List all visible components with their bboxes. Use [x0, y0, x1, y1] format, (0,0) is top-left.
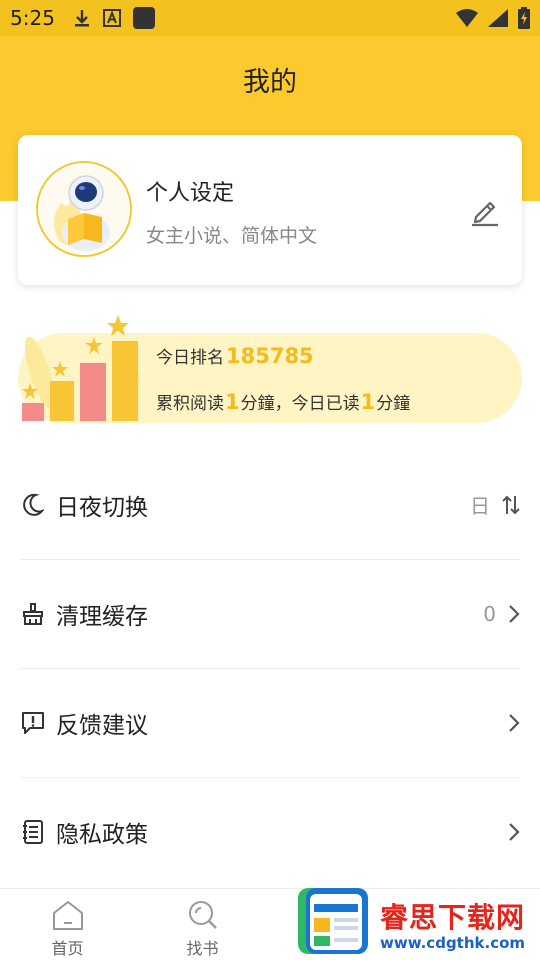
tab-label: 找书 — [186, 939, 219, 958]
menu-item-feedback[interactable]: 反馈建议 — [0, 668, 540, 777]
rank-number: 185785 — [226, 344, 314, 368]
profile-name: 个人设定 — [146, 181, 235, 206]
menu-item-label: 反馈建议 — [56, 712, 148, 739]
profile-subtitle: 女主小说、简体中文 — [146, 225, 318, 247]
minutes-today-label: 分鐘，今日已读 — [240, 394, 360, 414]
rank-banner: 今日排名 185785 累积阅读 1 分鐘，今日已读 1 分鐘 — [18, 315, 522, 425]
menu-item-privacy-policy[interactable]: 隐私政策 — [0, 777, 540, 886]
edit-pencil-icon[interactable] — [468, 193, 502, 227]
home-icon — [52, 901, 83, 930]
tab-find-books[interactable]: 找书 — [135, 889, 270, 960]
total-reading-value: 1 — [225, 390, 240, 414]
rank-line: 今日排名 185785 — [156, 343, 314, 368]
chevron-right-icon — [509, 604, 520, 623]
a-box-icon — [102, 9, 121, 27]
menu-item-label: 清理缓存 — [56, 603, 148, 630]
battery-charging-icon — [518, 7, 530, 29]
watermark: 睿思下载网 www.cdgthk.com — [296, 886, 540, 960]
reading-stats-line: 累积阅读 1 分鐘，今日已读 1 分鐘 — [156, 389, 410, 414]
total-reading-label: 累积阅读 — [156, 394, 224, 414]
watermark-logo — [298, 888, 368, 954]
cache-size-value: 0 — [483, 601, 496, 626]
search-icon — [188, 901, 217, 929]
settings-menu: 日夜切换 日 清理缓存 0 反馈建议 隐私政策 — [0, 450, 540, 886]
bar-chart-stars-icon — [22, 315, 140, 421]
download-icon — [74, 10, 89, 27]
day-night-value: 日 — [470, 494, 490, 518]
document-list-icon — [20, 819, 46, 845]
broom-icon — [20, 601, 46, 627]
moon-icon — [20, 492, 46, 518]
rank-label: 今日排名 — [156, 348, 224, 368]
signal-icon — [488, 9, 508, 27]
watermark-title: 睿思下载网 — [380, 901, 526, 934]
tab-label: 首页 — [51, 939, 84, 958]
chevron-right-icon — [509, 713, 520, 732]
today-reading-value: 1 — [360, 390, 376, 414]
minutes-unit: 分鐘 — [376, 394, 411, 414]
menu-item-label: 隐私政策 — [56, 821, 148, 848]
avatar-illustration — [40, 165, 128, 253]
app-square-icon — [132, 7, 155, 29]
menu-item-label: 日夜切换 — [56, 494, 148, 521]
chevron-right-icon — [509, 822, 520, 841]
menu-item-clear-cache[interactable]: 清理缓存 0 — [0, 559, 540, 668]
status-bar: 5:25 — [0, 0, 540, 36]
astronaut-reading-avatar[interactable] — [36, 161, 132, 257]
profile-card[interactable]: 个人设定 女主小说、简体中文 — [18, 135, 522, 285]
wifi-icon — [456, 9, 478, 27]
page-title: 我的 — [243, 67, 297, 98]
feedback-icon — [20, 710, 46, 736]
watermark-url: www.cdgthk.com — [380, 934, 526, 952]
tab-home[interactable]: 首页 — [0, 889, 135, 960]
menu-item-day-night[interactable]: 日夜切换 日 — [0, 450, 540, 559]
status-time: 5:25 — [10, 6, 55, 30]
swap-arrows-icon[interactable] — [502, 494, 520, 516]
